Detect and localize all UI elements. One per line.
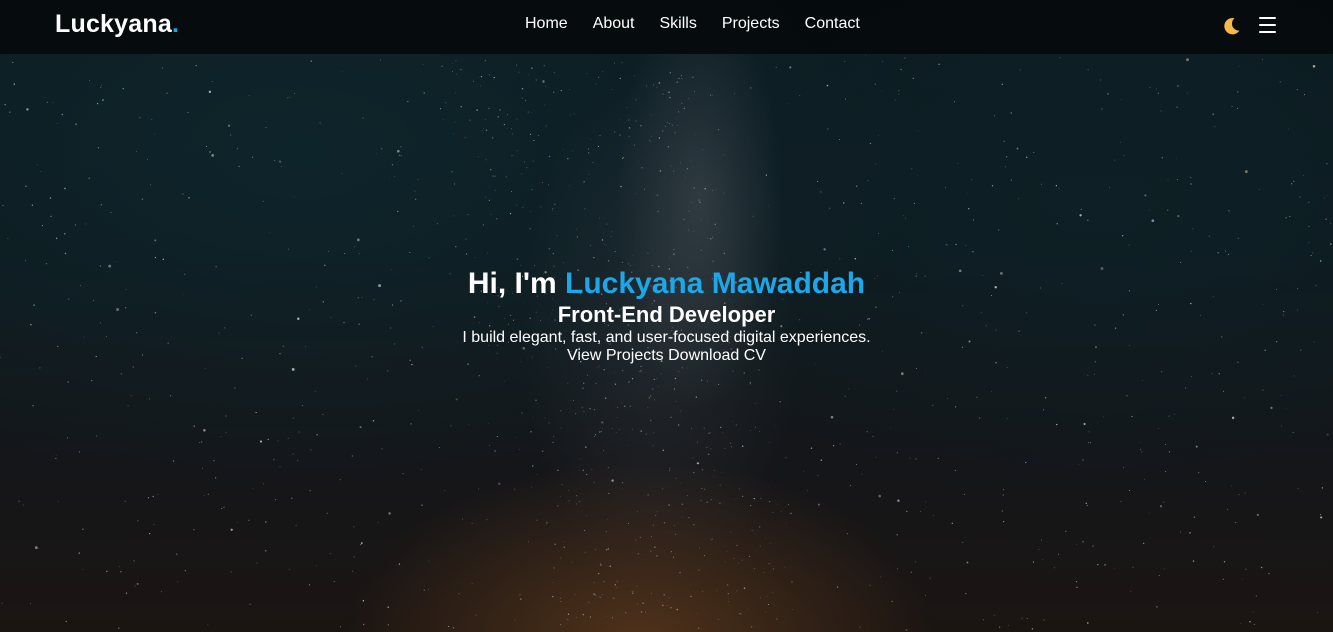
nav-link-projects[interactable]: Projects [722, 15, 780, 33]
moon-icon [1224, 17, 1240, 35]
navbar: Luckyana. Home About Skills Projects Con… [0, 0, 1333, 54]
nav-link-about[interactable]: About [593, 15, 635, 33]
nav-link-skills[interactable]: Skills [660, 15, 697, 33]
hero-greeting: Hi, I'm [467, 267, 557, 300]
nav-links: Home About Skills Projects Contact [525, 15, 885, 33]
theme-toggle-button[interactable] [1220, 15, 1242, 37]
site-logo[interactable]: Luckyana. [55, 10, 179, 39]
portfolio-page: Luckyana. Home About Skills Projects Con… [0, 0, 1333, 632]
hamburger-menu-icon[interactable] [1259, 17, 1277, 33]
hero-name: Luckyana Mawaddah [565, 267, 866, 300]
nav-link-home[interactable]: Home [525, 15, 568, 33]
view-projects-button[interactable]: View Projects [567, 347, 664, 364]
hero-buttons: View Projects Download CV [0, 347, 1333, 365]
menu-bar [1259, 17, 1276, 19]
nav-link-contact[interactable]: Contact [805, 15, 860, 33]
logo-dot: . [171, 10, 180, 38]
hero-section: Hi, I'm Luckyana Mawaddah Front-End Deve… [0, 266, 1333, 365]
hero-title: Hi, I'm Luckyana Mawaddah [0, 266, 1333, 302]
logo-text: Luckyana [55, 10, 172, 38]
menu-bar [1259, 31, 1276, 33]
menu-bar [1259, 24, 1276, 26]
hero-description: I build elegant, fast, and user-focused … [462, 329, 871, 346]
hero-role: Front-End Developer [557, 302, 776, 327]
download-cv-button[interactable]: Download CV [668, 347, 766, 364]
